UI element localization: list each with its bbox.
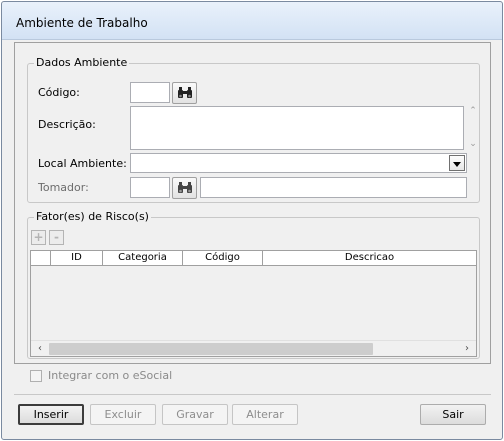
fatores-risco-label: Fator(es) de Risco(s): [34, 210, 151, 223]
dropdown-button[interactable]: [449, 155, 465, 171]
scroll-up-icon[interactable]: ⌃: [469, 106, 477, 116]
descricao-label: Descrição:: [38, 118, 96, 131]
descricao-scroll[interactable]: ⌃ ⌄: [466, 106, 480, 149]
inserir-button[interactable]: Inserir: [18, 404, 84, 425]
excluir-button[interactable]: Excluir: [90, 404, 156, 425]
title-bar: Ambiente de Trabalho: [2, 2, 502, 40]
chevron-down-icon: [453, 157, 461, 170]
fatores-risco-group: Fator(es) de Risco(s) + - ID Categoria C…: [27, 210, 480, 359]
scrollbar-thumb[interactable]: [49, 343, 373, 355]
dados-ambiente-label: Dados Ambiente: [34, 56, 130, 69]
grid-header: ID Categoria Código Descricao: [31, 251, 476, 266]
column-header-descricao[interactable]: Descricao: [263, 251, 476, 265]
local-ambiente-select[interactable]: [130, 153, 467, 173]
scroll-down-icon[interactable]: ⌄: [469, 139, 477, 149]
window-title: Ambiente de Trabalho: [16, 16, 148, 30]
codigo-field[interactable]: [130, 82, 170, 103]
horizontal-scrollbar[interactable]: ‹ ›: [31, 340, 476, 356]
tomador-name-field[interactable]: [200, 177, 467, 198]
alterar-button[interactable]: Alterar: [232, 404, 298, 425]
descricao-field[interactable]: [130, 106, 464, 150]
codigo-label: Código:: [38, 86, 80, 99]
sair-button[interactable]: Sair: [420, 404, 486, 425]
tomador-search-button[interactable]: [172, 177, 197, 199]
add-fator-button[interactable]: +: [31, 230, 46, 245]
esocial-row[interactable]: Integrar com o eSocial: [30, 369, 172, 382]
codigo-search-button[interactable]: [172, 82, 197, 104]
esocial-checkbox[interactable]: [30, 369, 42, 382]
content-panel: Dados Ambiente Código: Descrição: ⌃ ⌄ Lo…: [14, 42, 491, 364]
scroll-left-icon[interactable]: ‹: [33, 342, 47, 356]
scroll-right-icon[interactable]: ›: [460, 342, 474, 356]
binoculars-icon: [177, 182, 193, 194]
gravar-button[interactable]: Gravar: [162, 404, 228, 425]
binoculars-icon: [177, 87, 193, 99]
esocial-label: Integrar com o eSocial: [48, 369, 173, 382]
column-header-codigo[interactable]: Código: [183, 251, 263, 265]
fatores-grid[interactable]: ID Categoria Código Descricao ‹ ›: [30, 250, 477, 357]
remove-fator-button[interactable]: -: [49, 230, 64, 245]
dados-ambiente-group: Dados Ambiente Código: Descrição: ⌃ ⌄ Lo…: [27, 56, 480, 203]
column-header-categoria[interactable]: Categoria: [103, 251, 183, 265]
column-header-indicator[interactable]: [31, 251, 51, 265]
dialog-window: Ambiente de Trabalho Dados Ambiente Códi…: [1, 1, 503, 440]
local-ambiente-label: Local Ambiente:: [38, 157, 127, 170]
tomador-code-field[interactable]: [130, 177, 170, 198]
tomador-label: Tomador:: [38, 181, 89, 194]
divider: [14, 394, 491, 395]
column-header-id[interactable]: ID: [51, 251, 103, 265]
